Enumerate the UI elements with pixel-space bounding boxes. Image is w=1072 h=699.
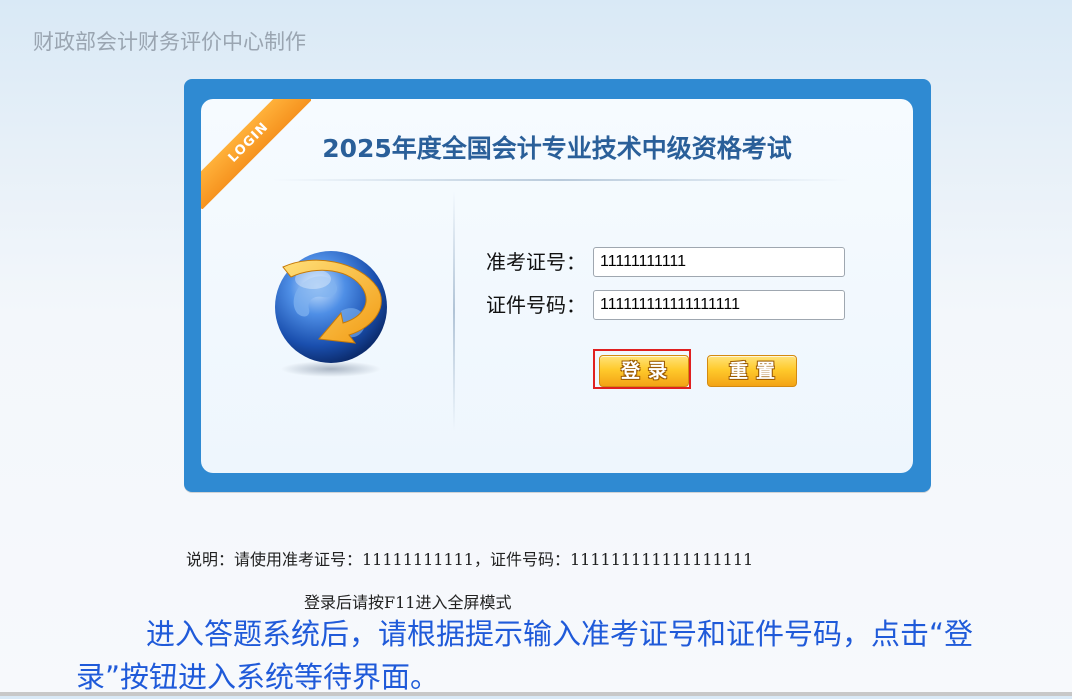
producer-label: 财政部会计财务评价中心制作 <box>33 30 306 54</box>
reset-button[interactable]: 重置 <box>707 355 797 387</box>
credentials-note: 说明：请使用准考证号：11111111111，证件号码：111111111111… <box>186 550 754 569</box>
exam-title: 2025年度全国会计专业技术中级资格考试 <box>322 134 792 163</box>
bottom-bar <box>0 692 1072 696</box>
fullscreen-note: 登录后请按F11进入全屏模式 <box>304 593 512 612</box>
title-divider <box>271 179 851 181</box>
globe-icon <box>275 251 387 377</box>
id-number-label: 证件号码： <box>486 293 586 317</box>
login-panel: LOGIN 2025年度全国会计专业技术中级资格考试 准考证号： 1111111… <box>184 79 931 492</box>
id-number-input[interactable] <box>593 290 845 320</box>
login-button[interactable]: 登录 <box>599 355 689 387</box>
ticket-number-label: 准考证号： <box>486 250 586 274</box>
login-panel-inner: LOGIN 2025年度全国会计专业技术中级资格考试 准考证号： 1111111… <box>201 99 913 473</box>
ticket-number-input[interactable] <box>593 247 845 277</box>
vertical-divider <box>453 191 455 431</box>
instruction-text: 进入答题系统后，请根据提示输入准考证号和证件号码，点击“登录”按钮进入系统等待界… <box>76 617 974 694</box>
